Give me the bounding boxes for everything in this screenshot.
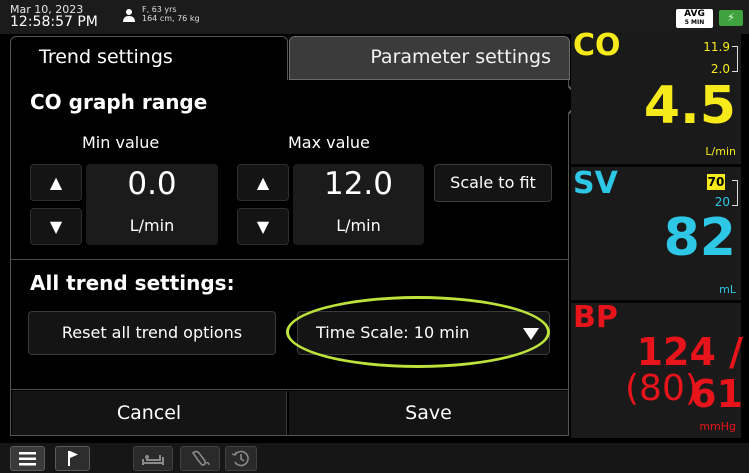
bottom-toolbar (0, 443, 749, 473)
tab-parameter-settings[interactable]: Parameter settings (289, 36, 570, 80)
min-decrement-button[interactable]: ▼ (30, 208, 82, 245)
min-value-text: 0.0 (127, 166, 177, 202)
sensor-button[interactable] (180, 446, 220, 471)
bed-button[interactable] (133, 446, 173, 471)
patient-icon (123, 9, 135, 22)
co-unit: L/min (705, 145, 736, 158)
max-unit-text: L/min (336, 216, 381, 235)
sv-target-high: 70 (707, 174, 725, 190)
highlight-ellipse (286, 296, 550, 368)
min-increment-button[interactable]: ▲ (30, 164, 82, 201)
bp-unit: mmHg (699, 420, 736, 433)
scale-to-fit-button[interactable]: Scale to fit (434, 164, 552, 202)
sensor-icon (191, 450, 210, 466)
max-decrement-button[interactable]: ▼ (237, 208, 289, 245)
max-value-text: 12.0 (323, 166, 394, 202)
patient-demographics: F, 63 yrs (142, 5, 177, 14)
cancel-button[interactable]: Cancel (12, 391, 287, 435)
co-target-low: 2.0 (710, 62, 730, 76)
menu-icon (19, 452, 36, 466)
max-value-label: Max value (288, 133, 370, 152)
sv-value: 82 (663, 208, 736, 268)
co-target-high: 11.9 (703, 40, 730, 54)
min-value-label: Min value (82, 133, 160, 152)
min-unit-text: L/min (129, 216, 175, 235)
flag-button[interactable] (55, 446, 90, 471)
tab-parameter-settings-label: Parameter settings (370, 46, 551, 68)
averaging-label: AVG (684, 9, 705, 19)
averaging-badge[interactable]: AVG 5 MIN (676, 9, 713, 28)
max-increment-button[interactable]: ▲ (237, 164, 289, 201)
tab-trend-settings-label: Trend settings (39, 46, 173, 68)
save-button[interactable]: Save (289, 391, 568, 435)
tab-trend-settings[interactable]: Trend settings (10, 36, 288, 80)
flag-icon (68, 451, 78, 466)
history-button[interactable] (225, 446, 257, 471)
graph-range-title: CO graph range (30, 90, 208, 114)
status-bar (0, 0, 749, 34)
history-icon (231, 450, 249, 467)
battery-icon: ⚡ (719, 10, 743, 26)
sv-label: SV (573, 166, 618, 201)
time-text: 12:58:57 PM (10, 14, 98, 30)
averaging-interval: 5 MIN (684, 19, 705, 26)
reset-trend-options-button[interactable]: Reset all trend options (28, 311, 276, 355)
co-value: 4.5 (643, 76, 736, 136)
co-label: CO (573, 28, 621, 63)
sv-target-low: 20 (714, 195, 730, 209)
section-divider (10, 259, 569, 260)
sv-unit: mL (719, 283, 736, 296)
sv-target-bracket (732, 180, 738, 206)
bp-map-value: (80) (625, 368, 699, 409)
bed-icon (142, 455, 164, 465)
all-trend-settings-title: All trend settings: (30, 271, 235, 295)
footer-divider (10, 389, 569, 390)
bp-label: BP (573, 300, 618, 335)
menu-button[interactable] (10, 446, 45, 471)
patient-measurements: 164 cm, 76 kg (142, 14, 200, 23)
co-target-bracket (732, 46, 738, 72)
